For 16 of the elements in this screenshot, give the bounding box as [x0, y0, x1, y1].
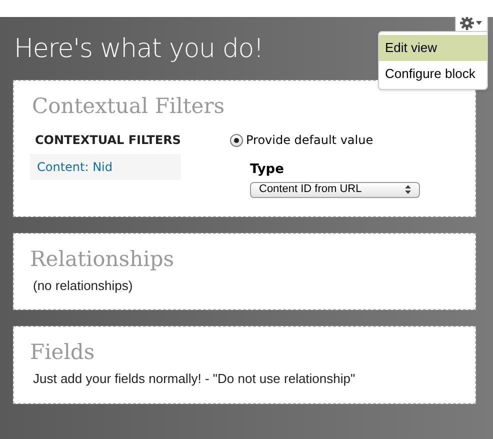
radio-label: Provide default value — [246, 132, 374, 149]
radio-button[interactable] — [230, 134, 243, 146]
panel-text: (no relationships) — [33, 276, 134, 295]
panel-heading: Relationships — [30, 246, 176, 272]
menu-item[interactable]: Configure block — [379, 60, 487, 86]
panel-heading: Contextual Filters — [32, 93, 226, 120]
menu-item[interactable]: Edit view — [379, 35, 487, 60]
filter-item-link[interactable]: Content: Nid — [30, 154, 181, 180]
panel-text: Just add your fields normally! - "Do not use relationship" — [33, 370, 356, 388]
type-select[interactable]: Content ID from URL — [250, 182, 420, 198]
page-title: Here's what you do! — [14, 33, 264, 66]
gear-button[interactable] — [455, 17, 488, 32]
field-label: Type — [250, 161, 285, 179]
select-arrows-icon — [405, 185, 411, 194]
panel-heading: Fields — [30, 339, 96, 366]
section-label: CONTEXTUAL FILTERS — [35, 132, 182, 149]
